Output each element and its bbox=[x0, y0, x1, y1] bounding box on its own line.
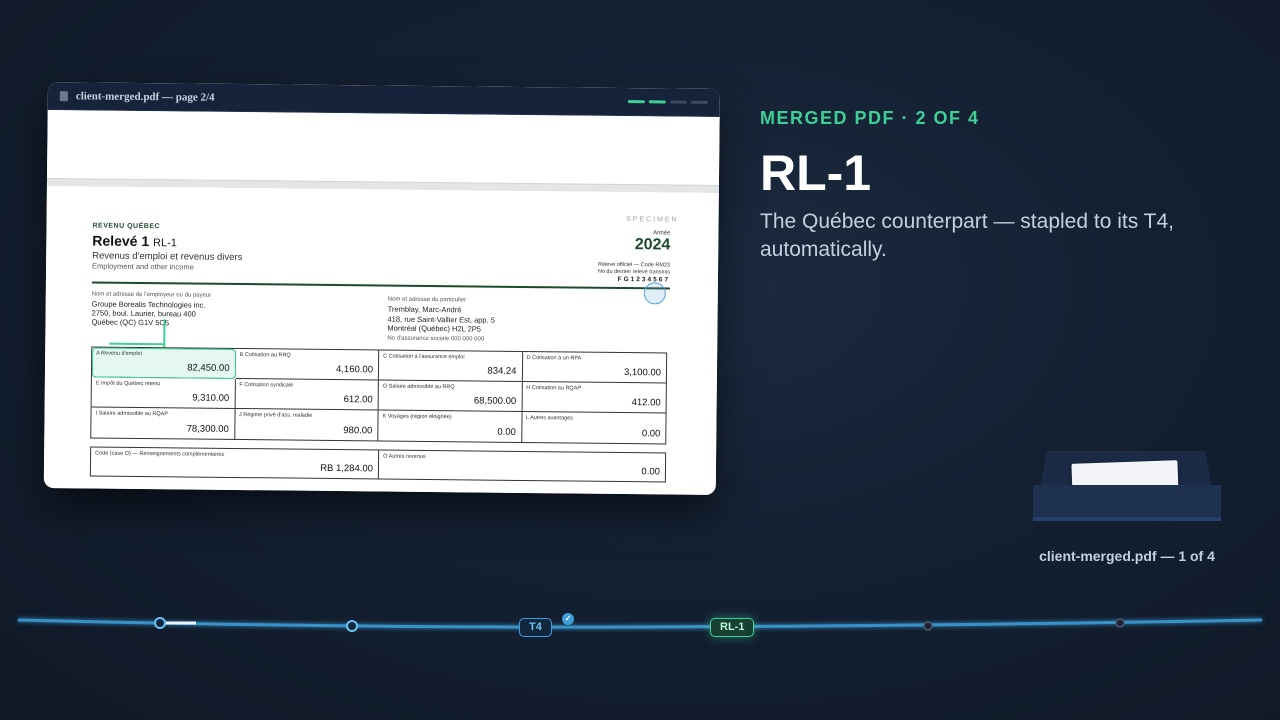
box-k: K Voyages (région éloignée) 0.00 bbox=[378, 410, 523, 442]
box-label: K Voyages (région éloignée) bbox=[382, 413, 452, 421]
box-j: J Régime privé d'ass. maladie 980.00 bbox=[234, 408, 379, 441]
box-label: E Impôt du Québec retenu bbox=[95, 380, 161, 388]
box-g: G Salaire admissible au RRQ 68,500.00 bbox=[378, 380, 523, 412]
timeline-track bbox=[17, 618, 1263, 629]
box-label: O Autres revenus bbox=[383, 453, 426, 460]
extra-boxes: Code (case O) — Renseignements complémen… bbox=[89, 446, 667, 483]
box-b: B Cotisation au RRQ 4,160.00 bbox=[235, 348, 380, 381]
box-value: 4,160.00 bbox=[335, 364, 374, 376]
box-f: F Cotisation syndicale 612.00 bbox=[235, 378, 379, 411]
timeline-node bbox=[346, 620, 358, 632]
box-label: G Salaire admissible au RRQ bbox=[382, 383, 455, 391]
timeline-node bbox=[923, 621, 933, 631]
box-value: 9,310.00 bbox=[192, 392, 230, 404]
last-slip-label: No du dernier relevé transmis bbox=[597, 268, 671, 276]
sin-line: No d'assurance sociale 000 000 000 bbox=[387, 335, 485, 343]
box-value: 0.00 bbox=[641, 428, 661, 440]
box-value: 834.24 bbox=[487, 365, 517, 377]
form-title-code: RL-1 bbox=[152, 237, 177, 250]
amount-boxes: A Revenu d'emploi 82,450.00 B Cotisation… bbox=[90, 346, 668, 445]
individual-name: Tremblay, Marc-André bbox=[387, 304, 462, 315]
box-code-o: Code (case O) — Renseignements complémen… bbox=[90, 447, 380, 479]
box-value: RB 1,284.00 bbox=[320, 462, 374, 475]
box-value: 3,100.00 bbox=[623, 367, 662, 379]
box-label: L Autres avantages bbox=[525, 415, 573, 422]
tax-year: 2024 bbox=[634, 236, 671, 254]
employer-label: Nom et adresse de l'employeur ou du paye… bbox=[91, 291, 212, 299]
page-progress-dash bbox=[627, 100, 645, 104]
pdf-title: client-merged.pdf — page 2/4 bbox=[75, 89, 215, 104]
individual-city: Montréal (Québec) H2L 2P5 bbox=[387, 323, 482, 334]
document-icon bbox=[59, 90, 68, 101]
timeline-node-t4[interactable]: T4 bbox=[519, 618, 552, 637]
box-o: O Autres revenus 0.00 bbox=[379, 450, 665, 481]
box-d: D Cotisation à un RPA 3,100.00 bbox=[522, 351, 667, 384]
box-value: 980.00 bbox=[343, 425, 373, 437]
tray-label: client-merged.pdf — 1 of 4 bbox=[1039, 548, 1215, 564]
individual-label: Nom et adresse du particulier bbox=[387, 296, 467, 304]
form-title-main: Relevé 1 bbox=[92, 232, 150, 250]
box-value: 78,300.00 bbox=[186, 423, 229, 435]
box-value: 0.00 bbox=[497, 426, 516, 438]
box-label: D Cotisation à un RPA bbox=[526, 355, 582, 362]
page-progress bbox=[627, 100, 708, 104]
previous-page-tail bbox=[46, 109, 720, 186]
box-i: I Salaire admissible au RQAP 78,300.00 bbox=[91, 407, 236, 439]
step-headline: RL-1 bbox=[760, 145, 872, 201]
official-code: Relevé officiel — Code RM23 bbox=[598, 261, 671, 269]
box-l: L Autres avantages 0.00 bbox=[522, 412, 666, 444]
box-label: B Cotisation au RRQ bbox=[239, 352, 291, 359]
box-label: C Cotisation à l'assurance emploi bbox=[383, 353, 465, 361]
box-label: F Cotisation syndicale bbox=[239, 382, 294, 389]
header-rule bbox=[91, 281, 670, 290]
pdf-window[interactable]: client-merged.pdf — page 2/4 SPECIMEN RE… bbox=[43, 82, 720, 496]
page-progress-dash bbox=[648, 100, 666, 104]
box-c: C Cotisation à l'assurance emploi 834.24 bbox=[378, 350, 523, 382]
box-value: 412.00 bbox=[631, 397, 661, 409]
box-label: J Régime privé d'ass. maladie bbox=[238, 412, 313, 419]
box-value: 82,450.00 bbox=[187, 362, 230, 374]
employer-city: Québec (QC) G1V 5C5 bbox=[91, 317, 170, 328]
timeline-node bbox=[1115, 618, 1125, 628]
output-tray bbox=[1033, 485, 1221, 521]
cursor-indicator bbox=[643, 282, 666, 305]
highlight-connector bbox=[109, 342, 166, 345]
form-description-en: Employment and other income bbox=[92, 261, 194, 272]
box-label: A Revenu d'emploi bbox=[96, 350, 142, 357]
box-e: E Impôt du Québec retenu 9,310.00 bbox=[91, 377, 236, 409]
box-value: 612.00 bbox=[343, 394, 373, 406]
timeline-node bbox=[154, 617, 166, 629]
box-a-employment-income[interactable]: A Revenu d'emploi 82,450.00 bbox=[91, 347, 236, 379]
page-progress-dash bbox=[690, 100, 708, 104]
box-h: H Cotisation au RQAP 412.00 bbox=[522, 381, 666, 414]
specimen-mark: SPECIMEN bbox=[625, 216, 679, 224]
slip-number: FG1234567 bbox=[617, 275, 670, 284]
page-progress-dash bbox=[669, 100, 687, 104]
check-icon: ✓ bbox=[562, 613, 574, 625]
issuer-label: REVENU QUÉBEC bbox=[92, 222, 161, 231]
box-label: Code (case O) — Renseignements complémen… bbox=[95, 450, 225, 458]
box-value: 68,500.00 bbox=[473, 395, 517, 407]
rl1-form-page: SPECIMEN REVENU QUÉBEC Relevé 1 RL-1 Rev… bbox=[43, 185, 719, 496]
box-label: I Salaire admissible au RQAP bbox=[95, 410, 169, 418]
box-value: 0.00 bbox=[641, 466, 661, 478]
form-title: Relevé 1 RL-1 bbox=[92, 232, 177, 249]
box-label: H Cotisation au RQAP bbox=[526, 385, 582, 392]
step-subtitle: The Québec counterpart — stapled to its … bbox=[760, 210, 1175, 261]
timeline-node-rl1[interactable]: RL-1 bbox=[710, 618, 755, 637]
step-eyebrow: MERGED PDF · 2 OF 4 bbox=[760, 108, 980, 128]
